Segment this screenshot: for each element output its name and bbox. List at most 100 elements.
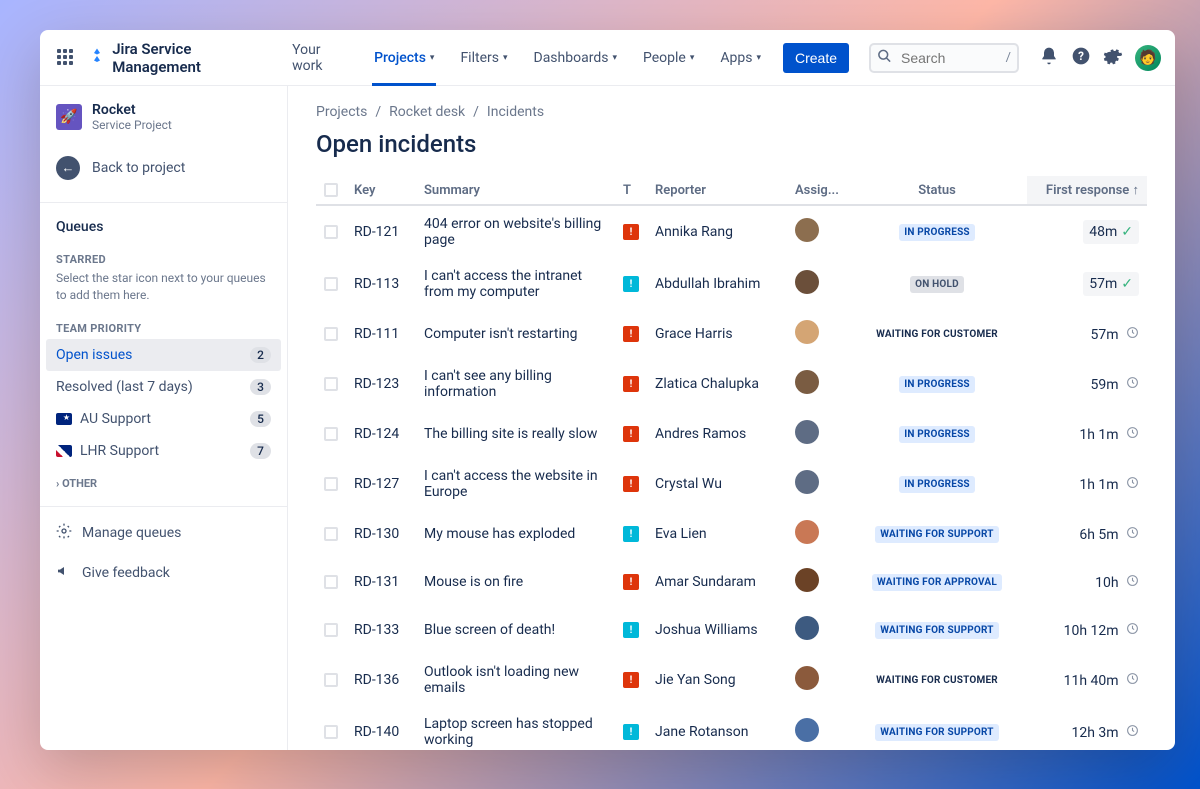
- issue-summary-link[interactable]: I can't access the intranet from my comp…: [416, 258, 615, 310]
- issue-key[interactable]: RD-133: [346, 606, 416, 654]
- column-header[interactable]: Reporter: [647, 176, 787, 205]
- settings-icon[interactable]: [1103, 46, 1123, 70]
- column-header[interactable]: Status: [847, 176, 1027, 205]
- table-row: RD-136Outlook isn't loading new emails!J…: [316, 654, 1147, 706]
- assignee-avatar[interactable]: [795, 270, 819, 294]
- assignee-avatar[interactable]: [795, 218, 819, 242]
- status-badge: IN PROGRESS: [899, 426, 975, 443]
- svg-text:?: ?: [1078, 49, 1084, 63]
- table-row: RD-127I can't access the website in Euro…: [316, 458, 1147, 510]
- column-header[interactable]: Summary: [416, 176, 615, 205]
- nav-projects[interactable]: Projects ▾: [364, 44, 444, 72]
- table-row: RD-113I can't access the intranet from m…: [316, 258, 1147, 310]
- queue-item[interactable]: LHR Support7: [40, 435, 287, 467]
- logo[interactable]: Jira Service Management: [88, 40, 264, 76]
- row-checkbox[interactable]: [324, 575, 338, 589]
- nav-dashboards[interactable]: Dashboards ▾: [524, 44, 627, 72]
- clock-icon: [1126, 673, 1139, 689]
- flag-au-icon: [56, 413, 72, 425]
- assignee-avatar[interactable]: [795, 320, 819, 344]
- issue-summary-link[interactable]: Blue screen of death!: [416, 606, 615, 654]
- other-section-toggle[interactable]: › OTHER: [40, 467, 287, 500]
- reporter-name: Amar Sundaram: [647, 558, 787, 606]
- issue-key[interactable]: RD-111: [346, 310, 416, 358]
- page-title: Open incidents: [316, 130, 1147, 158]
- table-row: RD-124The billing site is really slow!An…: [316, 410, 1147, 458]
- queue-item[interactable]: AU Support5: [40, 403, 287, 435]
- body: 🚀 Rocket Service Project ← Back to proje…: [40, 86, 1175, 750]
- manage-queues[interactable]: Manage queues: [40, 513, 287, 553]
- clock-icon: [1126, 623, 1139, 639]
- row-checkbox[interactable]: [324, 725, 338, 739]
- assignee-avatar[interactable]: [795, 470, 819, 494]
- reporter-name: Andres Ramos: [647, 410, 787, 458]
- back-to-project[interactable]: ← Back to project: [40, 146, 287, 196]
- issue-key[interactable]: RD-136: [346, 654, 416, 706]
- issue-summary-link[interactable]: Computer isn't restarting: [416, 310, 615, 358]
- issue-summary-link[interactable]: I can't access the website in Europe: [416, 458, 615, 510]
- assignee-avatar[interactable]: [795, 520, 819, 544]
- clock-icon: [1126, 725, 1139, 741]
- breadcrumb-item[interactable]: Incidents: [487, 104, 544, 120]
- first-response-time: 6h 5m: [1027, 510, 1147, 558]
- status-badge: ON HOLD: [910, 276, 964, 293]
- create-button[interactable]: Create: [783, 43, 849, 73]
- issue-summary-link[interactable]: The billing site is really slow: [416, 410, 615, 458]
- app-switcher-icon[interactable]: [54, 46, 76, 70]
- table-row: RD-111Computer isn't restarting!Grace Ha…: [316, 310, 1147, 358]
- row-checkbox[interactable]: [324, 673, 338, 687]
- table-row: RD-140Laptop screen has stopped working!…: [316, 706, 1147, 750]
- issue-key[interactable]: RD-113: [346, 258, 416, 310]
- column-header[interactable]: Assig...: [787, 176, 847, 205]
- row-checkbox[interactable]: [324, 623, 338, 637]
- issue-summary-link[interactable]: Outlook isn't loading new emails: [416, 654, 615, 706]
- issue-summary-link[interactable]: Laptop screen has stopped working: [416, 706, 615, 750]
- column-header[interactable]: T: [615, 176, 647, 205]
- status-badge: WAITING FOR SUPPORT: [875, 622, 998, 639]
- breadcrumb-item[interactable]: Projects: [316, 104, 367, 120]
- issue-summary-link[interactable]: I can't see any billing information: [416, 358, 615, 410]
- row-checkbox[interactable]: [324, 377, 338, 391]
- issue-summary-link[interactable]: Mouse is on fire: [416, 558, 615, 606]
- row-checkbox[interactable]: [324, 527, 338, 541]
- issue-key[interactable]: RD-140: [346, 706, 416, 750]
- issue-key[interactable]: RD-121: [346, 205, 416, 258]
- assignee-avatar[interactable]: [795, 616, 819, 640]
- issue-key[interactable]: RD-123: [346, 358, 416, 410]
- table-row: RD-131Mouse is on fire!Amar SundaramWAIT…: [316, 558, 1147, 606]
- assignee-avatar[interactable]: [795, 666, 819, 690]
- column-header[interactable]: Key: [346, 176, 416, 205]
- notifications-icon[interactable]: [1039, 46, 1059, 70]
- nav-apps[interactable]: Apps ▾: [710, 44, 771, 72]
- reporter-name: Abdullah Ibrahim: [647, 258, 787, 310]
- assignee-avatar[interactable]: [795, 718, 819, 742]
- queue-item[interactable]: Resolved (last 7 days)3: [40, 371, 287, 403]
- issue-key[interactable]: RD-130: [346, 510, 416, 558]
- nav-your-work[interactable]: Your work: [282, 36, 358, 80]
- nav-filters[interactable]: Filters ▾: [450, 44, 517, 72]
- queue-count-badge: 5: [250, 411, 271, 427]
- issue-summary-link[interactable]: My mouse has exploded: [416, 510, 615, 558]
- row-checkbox[interactable]: [324, 277, 338, 291]
- row-checkbox[interactable]: [324, 225, 338, 239]
- assignee-avatar[interactable]: [795, 420, 819, 444]
- row-checkbox[interactable]: [324, 477, 338, 491]
- nav-people[interactable]: People ▾: [633, 44, 704, 72]
- user-avatar[interactable]: 🧑: [1135, 45, 1161, 71]
- row-checkbox[interactable]: [324, 427, 338, 441]
- give-feedback[interactable]: Give feedback: [40, 553, 287, 593]
- issue-key[interactable]: RD-127: [346, 458, 416, 510]
- issue-summary-link[interactable]: 404 error on website's billing page: [416, 205, 615, 258]
- queue-item[interactable]: Open issues2: [46, 339, 281, 371]
- main-content: Projects/Rocket desk/Incidents Open inci…: [288, 86, 1175, 750]
- column-header[interactable]: First response ↑: [1027, 176, 1147, 205]
- issue-key[interactable]: RD-124: [346, 410, 416, 458]
- assignee-avatar[interactable]: [795, 370, 819, 394]
- breadcrumb-item[interactable]: Rocket desk: [389, 104, 465, 120]
- help-icon[interactable]: ?: [1071, 46, 1091, 70]
- assignee-avatar[interactable]: [795, 568, 819, 592]
- issue-key[interactable]: RD-131: [346, 558, 416, 606]
- manage-queues-label: Manage queues: [82, 525, 181, 541]
- select-all-checkbox[interactable]: [324, 183, 338, 197]
- row-checkbox[interactable]: [324, 327, 338, 341]
